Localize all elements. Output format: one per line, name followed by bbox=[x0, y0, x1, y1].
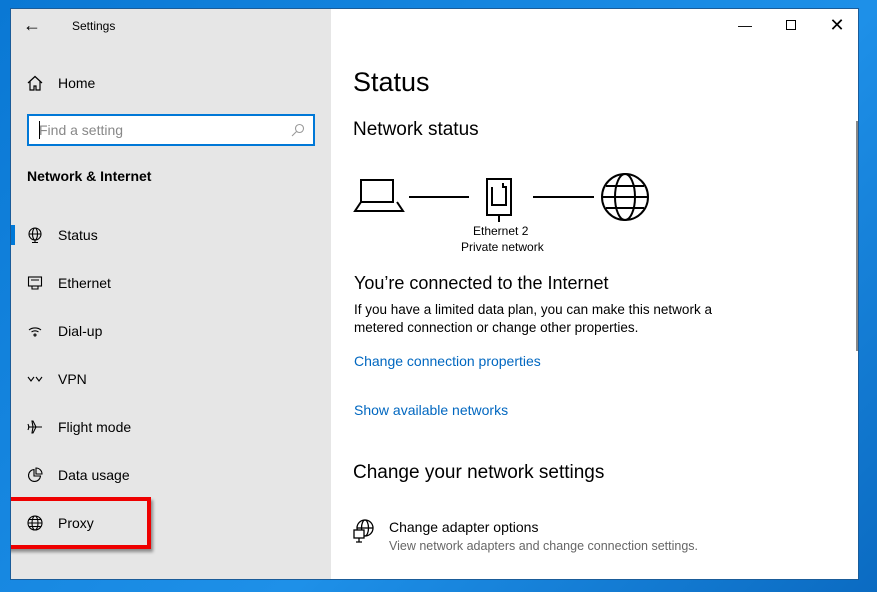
change-adapter-options[interactable]: Change adapter options View network adap… bbox=[353, 517, 753, 557]
sidebar-item-dial-up[interactable]: Dial-up bbox=[11, 311, 331, 351]
connection-status: You’re connected to the Internet bbox=[354, 273, 609, 293]
dial-up-icon bbox=[27, 323, 43, 339]
home-icon bbox=[27, 75, 43, 91]
sidebar-item-vpn[interactable]: VPN bbox=[11, 359, 331, 399]
home-label: Home bbox=[58, 75, 96, 91]
airplane-icon bbox=[27, 419, 43, 435]
search-icon[interactable] bbox=[291, 123, 305, 142]
laptop-icon bbox=[353, 179, 405, 212]
vpn-label: VPN bbox=[58, 371, 87, 387]
ethernet-icon bbox=[27, 275, 43, 291]
main-pane: Status Network status Ethernet 2 Private… bbox=[331, 9, 858, 579]
internet-globe-icon bbox=[601, 173, 649, 221]
page-title: Status bbox=[353, 67, 430, 97]
search-placeholder: Find a setting bbox=[39, 122, 124, 138]
vpn-icon bbox=[27, 371, 43, 387]
adapter-options-title: Change adapter options bbox=[389, 519, 539, 535]
proxy-highlight-box bbox=[11, 497, 151, 549]
sidebar-item-flight-mode[interactable]: Flight mode bbox=[11, 407, 331, 447]
network-type: Private network bbox=[461, 240, 544, 254]
back-button[interactable]: ← bbox=[23, 15, 47, 39]
dial-up-label: Dial-up bbox=[58, 323, 103, 339]
ethernet-label: Ethernet bbox=[58, 275, 111, 291]
adapter-options-subtitle: View network adapters and change connect… bbox=[389, 539, 698, 553]
change-settings-heading: Change your network settings bbox=[353, 462, 605, 483]
ethernet-port-icon bbox=[486, 178, 512, 222]
flight-mode-label: Flight mode bbox=[58, 419, 132, 435]
search-input[interactable]: Find a setting bbox=[27, 114, 315, 146]
scrollbar[interactable] bbox=[856, 121, 858, 351]
sidebar-item-data-usage[interactable]: Data usage bbox=[11, 455, 331, 495]
globe-network-icon bbox=[27, 227, 43, 243]
adapter-globe-icon bbox=[353, 519, 375, 550]
connection-description: If you have a limited data plan, you can… bbox=[354, 302, 712, 335]
change-connection-properties-link[interactable]: Change connection properties bbox=[354, 353, 541, 369]
show-available-networks-link[interactable]: Show available networks bbox=[354, 402, 508, 418]
sidebar-item-home[interactable]: Home bbox=[11, 63, 331, 103]
network-status-heading: Network status bbox=[353, 119, 479, 140]
sidebar-item-ethernet[interactable]: Ethernet bbox=[11, 263, 331, 303]
sidebar-item-status[interactable]: Status bbox=[11, 215, 331, 255]
window-title: Settings bbox=[72, 19, 116, 33]
data-usage-label: Data usage bbox=[58, 467, 130, 483]
status-label: Status bbox=[58, 227, 98, 243]
pie-chart-icon bbox=[27, 467, 43, 483]
section-heading: Network & Internet bbox=[27, 168, 152, 184]
adapter-name: Ethernet 2 bbox=[473, 224, 529, 238]
sidebar: ← Settings Home Find a setting Network &… bbox=[11, 9, 331, 579]
settings-window: ← Settings Home Find a setting Network &… bbox=[10, 8, 859, 580]
